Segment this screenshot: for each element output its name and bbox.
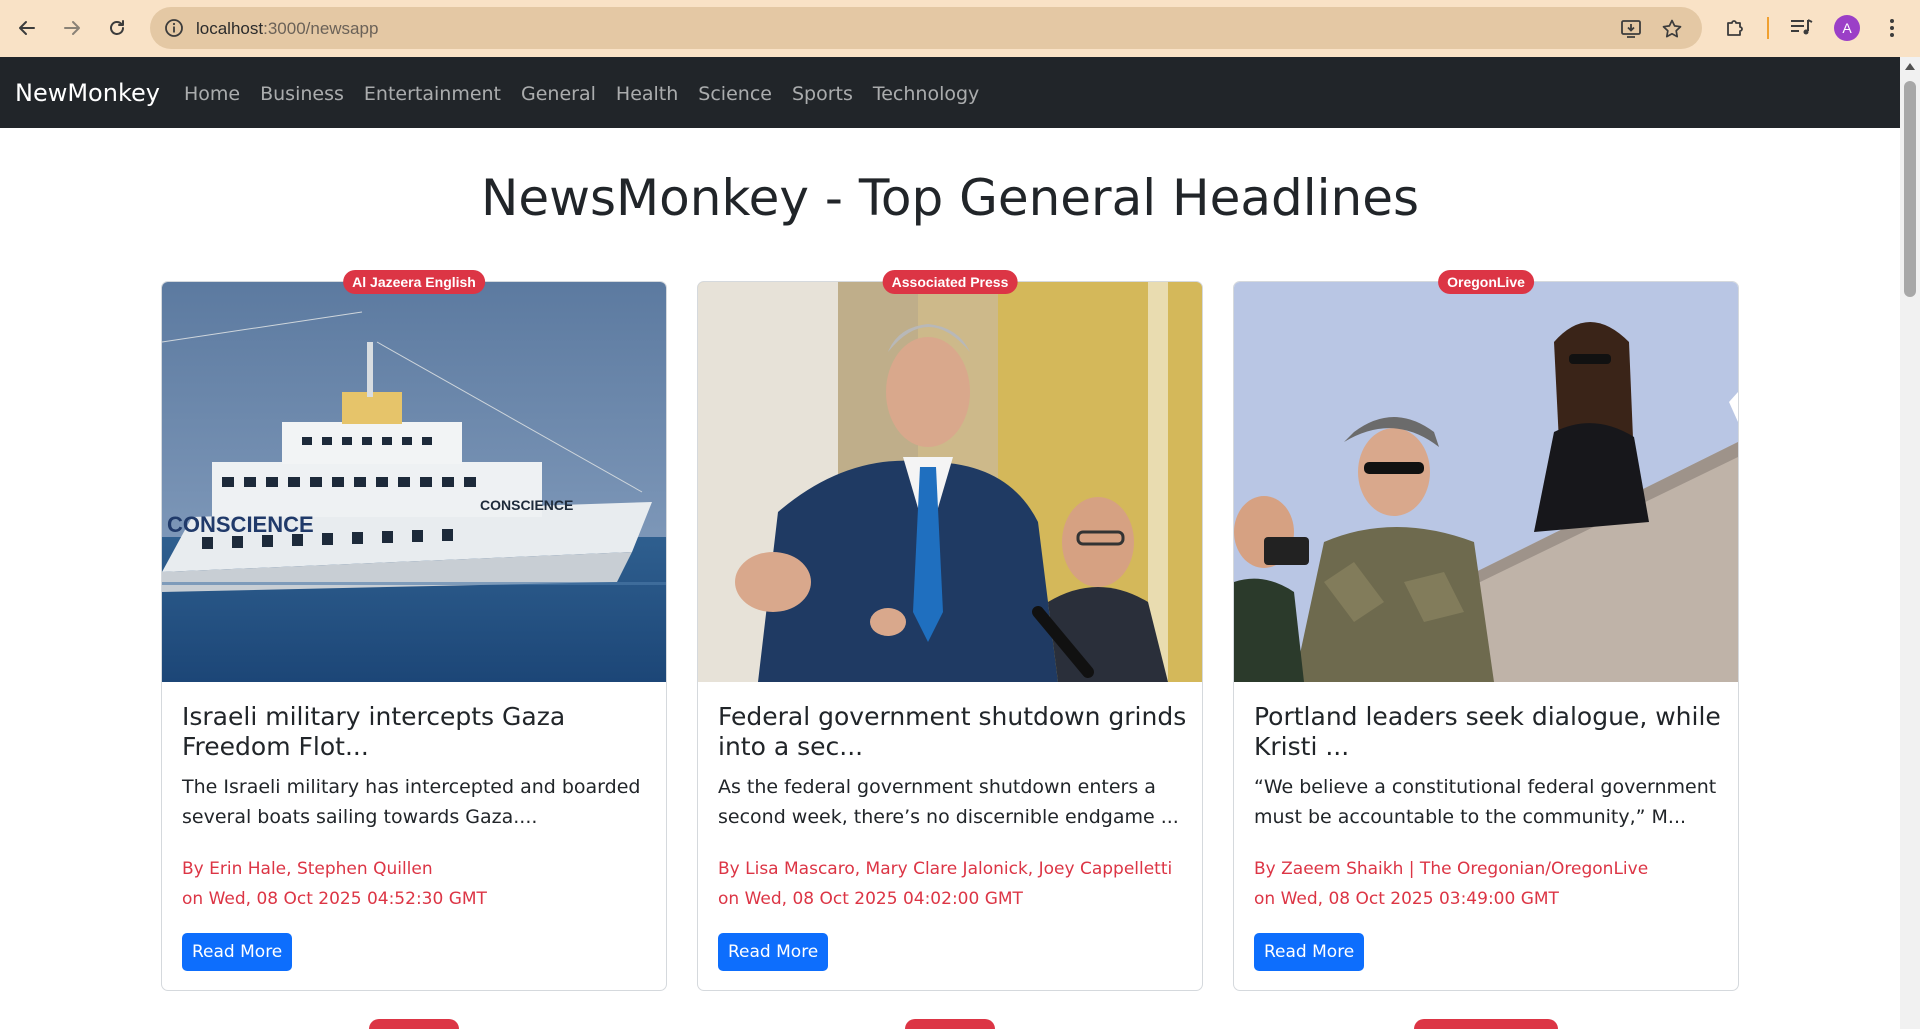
source-badge: Al Jazeera English [343, 270, 485, 294]
profile-avatar[interactable]: A [1834, 15, 1860, 41]
nav-link-health[interactable]: Health [616, 83, 678, 105]
news-card: OregonLive Portland leaders seek dialogu… [1233, 270, 1739, 991]
card-meta: By Erin Hale, Stephen Quillen on Wed, 08… [182, 854, 652, 914]
card-date: on Wed, 08 Oct 2025 04:02:00 GMT [718, 889, 1023, 909]
reload-icon[interactable] [99, 10, 135, 46]
site-info-icon[interactable] [164, 18, 184, 38]
browser-toolbar: localhost:3000/newsapp A [0, 0, 1920, 57]
nav-link-sports[interactable]: Sports [792, 83, 853, 105]
bookmark-star-icon[interactable] [1661, 18, 1683, 40]
next-row-badge [369, 1019, 459, 1029]
nav-link-science[interactable]: Science [698, 83, 772, 105]
card-date: on Wed, 08 Oct 2025 03:49:00 GMT [1254, 889, 1559, 909]
url-text[interactable]: localhost:3000/newsapp [196, 19, 378, 39]
toolbar-divider [1767, 17, 1769, 39]
nav-link-entertainment[interactable]: Entertainment [364, 83, 501, 105]
address-bar[interactable]: localhost:3000/newsapp [150, 7, 1702, 49]
navbar-links: Home Business Entertainment General Heal… [184, 83, 999, 105]
news-card: Associated Press Federal government shut… [697, 270, 1203, 991]
nav-link-home[interactable]: Home [184, 83, 240, 105]
read-more-button[interactable]: Read More [718, 933, 829, 971]
card-title: Israeli military intercepts Gaza Freedom… [182, 702, 566, 761]
nav-link-technology[interactable]: Technology [873, 83, 979, 105]
next-row-badge [1414, 1019, 1558, 1029]
page-scrollbar[interactable] [1900, 57, 1920, 1029]
ship-name-label-bow: CONSCIENCE [480, 497, 573, 513]
news-image-ship: CONSCIENCE CONSCIENCE [162, 282, 666, 682]
nav-link-general[interactable]: General [521, 83, 596, 105]
card-date: on Wed, 08 Oct 2025 04:52:30 GMT [182, 889, 487, 909]
source-badge: OregonLive [1438, 270, 1534, 294]
read-more-button[interactable]: Read More [1254, 933, 1365, 971]
ship-name-label-side: CONSCIENCE [167, 512, 314, 537]
app-navbar: NewMonkey Home Business Entertainment Ge… [0, 57, 1900, 128]
page-title: NewsMonkey - Top General Headlines [480, 169, 1420, 227]
card-meta: By Lisa Mascaro, Mary Clare Jalonick, Jo… [718, 854, 1188, 914]
card-author: By Erin Hale, Stephen Quillen [182, 859, 433, 879]
news-card: Al Jazeera English CONSCIENCE CONSCIENCE… [161, 270, 667, 991]
forward-arrow-icon[interactable] [54, 10, 90, 46]
media-controls-icon[interactable] [1789, 17, 1813, 39]
scroll-up-arrow-icon[interactable] [1905, 63, 1915, 70]
news-image-press-conference [698, 282, 1202, 682]
card-title: Portland leaders seek dialogue, while Kr… [1254, 702, 1721, 761]
scrollbar-thumb[interactable] [1904, 81, 1916, 297]
card-description: “We believe a constitutional federal gov… [1254, 776, 1717, 828]
source-badge: Associated Press [882, 270, 1018, 294]
news-image-portland [1234, 282, 1738, 682]
more-menu-icon[interactable] [1880, 16, 1904, 40]
back-arrow-icon[interactable] [9, 10, 45, 46]
card-description: As the federal government shutdown enter… [718, 776, 1179, 828]
card-meta: By Zaeem Shaikh | The Oregonian/OregonLi… [1254, 854, 1724, 914]
page-viewport: NewMonkey Home Business Entertainment Ge… [0, 57, 1900, 1029]
url-host: localhost [196, 19, 264, 38]
card-description: The Israeli military has intercepted and… [182, 776, 641, 828]
extensions-puzzle-icon[interactable] [1723, 16, 1747, 40]
card-author: By Zaeem Shaikh | The Oregonian/OregonLi… [1254, 859, 1649, 879]
nav-link-business[interactable]: Business [260, 83, 344, 105]
navbar-brand[interactable]: NewMonkey [15, 79, 160, 107]
next-row-badge [905, 1019, 995, 1029]
card-author: By Lisa Mascaro, Mary Clare Jalonick, Jo… [718, 859, 1173, 879]
install-app-icon[interactable] [1620, 18, 1642, 40]
url-path: :3000/newsapp [263, 19, 379, 38]
read-more-button[interactable]: Read More [182, 933, 293, 971]
card-title: Federal government shutdown grinds into … [718, 702, 1187, 761]
